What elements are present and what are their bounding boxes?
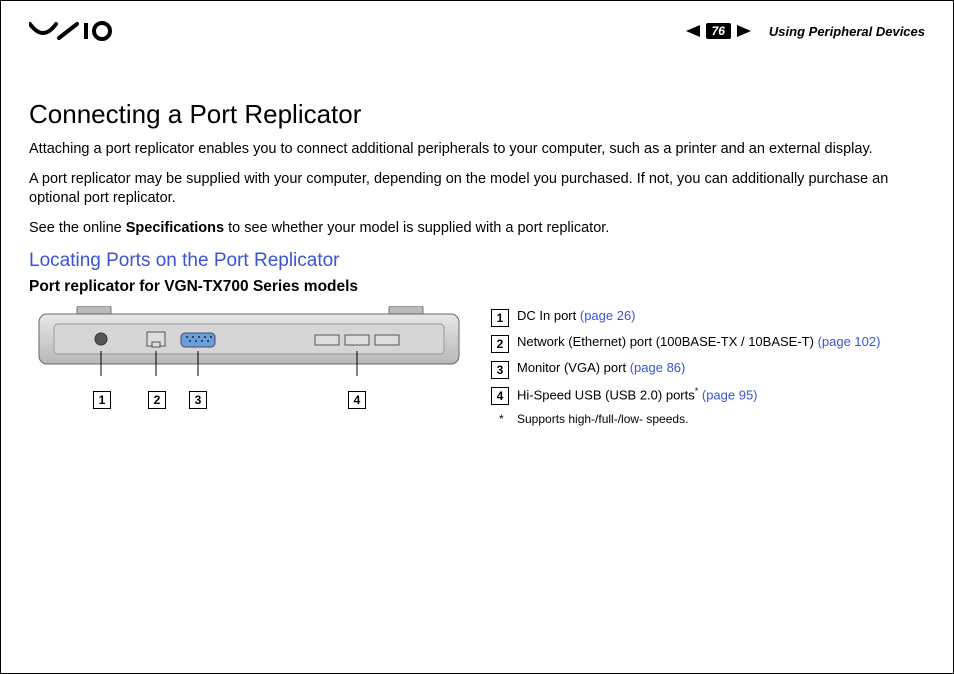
legend-num-2: 2 — [491, 335, 509, 353]
subheading: Locating Ports on the Port Replicator — [29, 250, 925, 272]
vaio-logo — [29, 20, 139, 42]
paragraph-3: See the online Specifications to see whe… — [29, 219, 925, 239]
para3-pre: See the online — [29, 220, 126, 236]
page-number-badge: 76 — [706, 23, 731, 39]
paragraph-1: Attaching a port replicator enables you … — [29, 140, 925, 160]
nav-prev-icon[interactable] — [686, 25, 700, 37]
paragraph-2: A port replicator may be supplied with y… — [29, 170, 925, 209]
legend-footnote: Supports high-/full-/low- speeds. — [491, 412, 925, 426]
legend-num-4: 4 — [491, 387, 509, 405]
section-name: Using Peripheral Devices — [769, 24, 925, 39]
legend-text-4: Hi-Speed USB (USB 2.0) ports* (page 95) — [517, 386, 758, 402]
legend-link-3[interactable]: (page 86) — [630, 360, 686, 375]
legend-row-1: 1 DC In port (page 26) — [491, 308, 925, 327]
legend-link-4[interactable]: (page 95) — [698, 388, 757, 403]
legend-text-2: Network (Ethernet) port (100BASE-TX / 10… — [517, 334, 880, 349]
legend-text-1: DC In port (page 26) — [517, 308, 636, 323]
legend-link-1[interactable]: (page 26) — [580, 308, 636, 323]
legend-num-1: 1 — [491, 309, 509, 327]
callout-numbers: 1 2 3 4 — [29, 391, 469, 409]
port-replicator-figure: 1 2 3 4 — [29, 306, 469, 409]
callout-3: 3 — [189, 391, 207, 409]
port-replicator-svg — [29, 306, 469, 376]
legend-text-3: Monitor (VGA) port (page 86) — [517, 360, 685, 375]
para3-post: to see whether your model is supplied wi… — [224, 220, 609, 236]
legend-num-3: 3 — [491, 361, 509, 379]
document-page: 76 Using Peripheral Devices Connecting a… — [0, 0, 954, 674]
legend-link-2[interactable]: (page 102) — [818, 334, 881, 349]
nav-next-icon[interactable] — [737, 25, 751, 37]
para3-bold: Specifications — [126, 220, 224, 236]
model-heading: Port replicator for VGN-TX700 Series mod… — [29, 278, 925, 296]
header-right: 76 Using Peripheral Devices — [686, 23, 925, 39]
diagram-and-legend: 1 2 3 4 1 DC In port (page 26) 2 Network… — [29, 306, 925, 426]
legend-row-3: 3 Monitor (VGA) port (page 86) — [491, 360, 925, 379]
port-legend: 1 DC In port (page 26) 2 Network (Ethern… — [491, 306, 925, 426]
page-title: Connecting a Port Replicator — [29, 99, 925, 130]
callout-2: 2 — [148, 391, 166, 409]
page-header: 76 Using Peripheral Devices — [29, 19, 925, 43]
callout-4: 4 — [348, 391, 366, 409]
legend-row-2: 2 Network (Ethernet) port (100BASE-TX / … — [491, 334, 925, 353]
callout-1: 1 — [93, 391, 111, 409]
page-content: Connecting a Port Replicator Attaching a… — [29, 43, 925, 426]
legend-row-4: 4 Hi-Speed USB (USB 2.0) ports* (page 95… — [491, 386, 925, 405]
